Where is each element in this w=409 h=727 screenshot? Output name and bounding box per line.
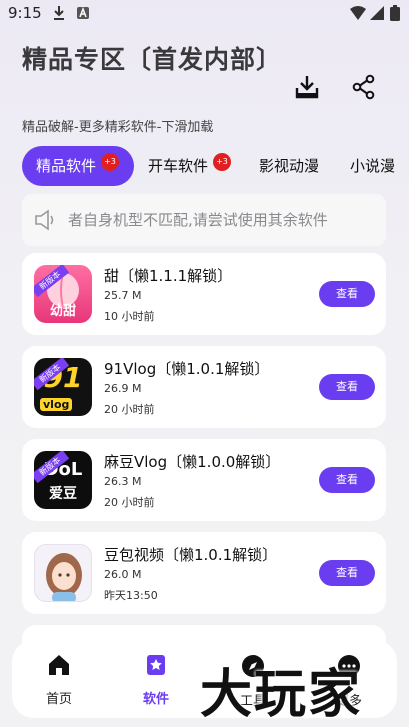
app-icon: DoL 爱豆 新版本 (34, 451, 92, 509)
app-icon-sublabel: vlog (40, 398, 73, 411)
app-name: 甜〔懒1.1.1解锁〕 (104, 267, 233, 285)
app-icon: 91 vlog 新版本 (34, 358, 92, 416)
app-name: 豆包视频〔懒1.0.1解锁〕 (104, 546, 278, 564)
tab-badge: +3 (101, 153, 119, 171)
wifi-icon (350, 6, 366, 20)
nav-label: 软件 (142, 692, 169, 707)
tab-novels[interactable]: 小说漫 (350, 146, 395, 186)
speaker-icon (35, 209, 54, 231)
app-size: 26.0 M (104, 568, 142, 581)
page-subtitle: 精品破解-更多精彩软件-下滑加载 (22, 120, 214, 135)
app-card[interactable]: 幼甜 新版本 甜〔懒1.1.1解锁〕 25.7 M 10 小时前 查看 (22, 253, 386, 335)
home-icon (49, 655, 69, 675)
page-title: 精品专区〔首发内部〕 (22, 45, 283, 74)
tab-badge: +3 (213, 153, 231, 171)
app-name: 91Vlog〔懒1.0.1解锁〕 (104, 360, 270, 378)
app-card[interactable]: 91 vlog 新版本 91Vlog〔懒1.0.1解锁〕 26.9 M 20 小… (22, 346, 386, 428)
app-size: 25.7 M (104, 289, 142, 302)
view-button[interactable]: 查看 (319, 560, 375, 586)
nav-software[interactable]: 软件 (126, 654, 186, 707)
tab-video-anime[interactable]: 影视动漫 (259, 146, 319, 186)
status-bar: 9:15 (0, 0, 409, 28)
app-notification-icon (77, 6, 89, 19)
battery-icon (390, 5, 400, 21)
app-time: 10 小时前 (104, 310, 155, 323)
nav-home[interactable]: 首页 (29, 654, 89, 707)
app-icon (34, 544, 92, 602)
app-card[interactable]: DoL 爱豆 新版本 麻豆Vlog〔懒1.0.0解锁〕 26.3 M 20 小时… (22, 439, 386, 521)
app-card[interactable]: 豆包视频〔懒1.0.1解锁〕 26.0 M 昨天13:50 查看 (22, 532, 386, 614)
app-name: 麻豆Vlog〔懒1.0.0解锁〕 (104, 453, 281, 471)
view-button[interactable]: 查看 (319, 467, 375, 493)
notice-banner: 者自身机型不匹配,请尝试使用其余软件 (22, 194, 386, 246)
avatar-girl-icon (46, 553, 82, 601)
share-icon[interactable] (351, 74, 377, 100)
view-button[interactable]: 查看 (319, 374, 375, 400)
signal-icon (370, 6, 384, 20)
app-time: 昨天13:50 (104, 589, 158, 602)
tab-label: 小说漫 (350, 157, 396, 175)
tab-adult-software[interactable]: 开车软件 (148, 146, 208, 186)
status-time: 9:15 (8, 4, 42, 22)
download-icon[interactable] (294, 74, 320, 100)
app-time: 20 小时前 (104, 403, 155, 416)
app-icon-sublabel: 爱豆 (49, 486, 77, 502)
tab-label: 影视动漫 (259, 157, 320, 175)
category-tabs: 精品软件 +3 开车软件 +3 影视动漫 小说漫 (22, 146, 409, 186)
view-button[interactable]: 查看 (319, 281, 375, 307)
app-icon-label: 幼甜 (49, 304, 76, 319)
app-size: 26.3 M (104, 475, 142, 488)
bookmark-star-icon (147, 655, 165, 675)
download-status-icon (54, 6, 64, 20)
app-icon: 幼甜 新版本 (34, 265, 92, 323)
app-time: 20 小时前 (104, 496, 155, 509)
app-size: 26.9 M (104, 382, 142, 395)
watermark-text: 大玩家 (200, 665, 363, 725)
notice-text: 者自身机型不匹配,请尝试使用其余软件 (68, 211, 328, 229)
nav-label: 首页 (45, 692, 72, 707)
tab-label: 精品软件 (36, 157, 97, 175)
tab-label: 开车软件 (148, 157, 209, 175)
